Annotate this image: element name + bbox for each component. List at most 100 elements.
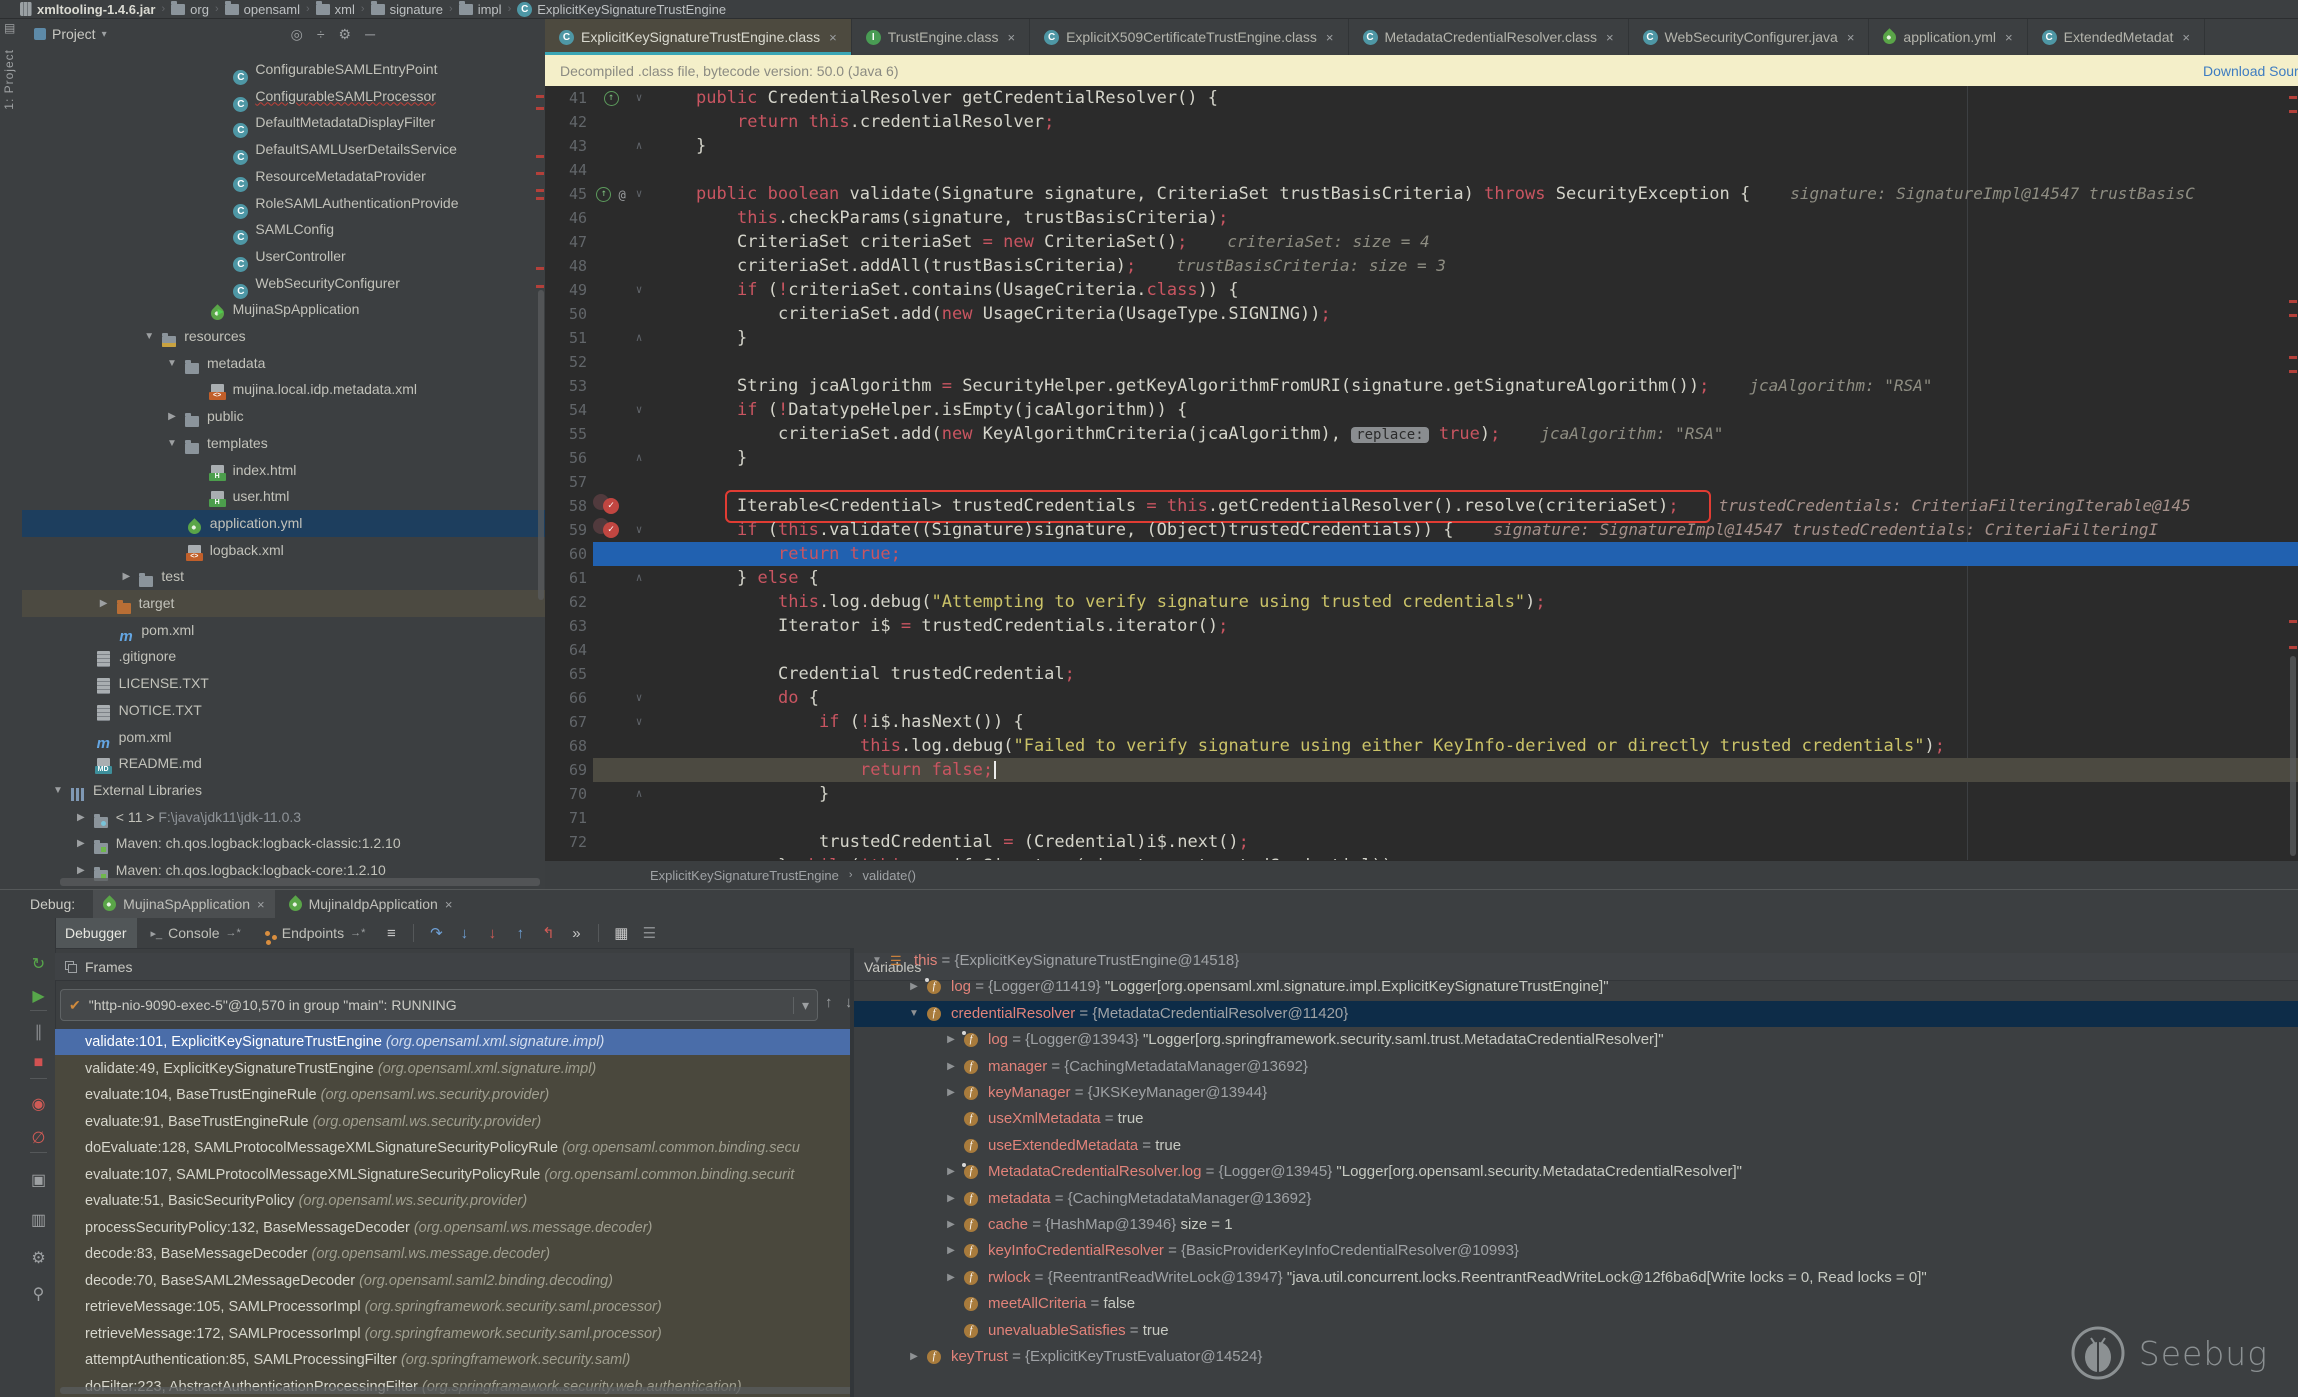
variable-row[interactable]: ▶fkeyManager = {JKSKeyManager@13944}: [854, 1080, 2298, 1106]
collapsed-arrow-icon[interactable]: ▶: [944, 1159, 958, 1185]
project-scrollbar[interactable]: [538, 290, 544, 600]
collapsed-arrow-icon[interactable]: ▶: [944, 1186, 958, 1212]
collapsed-arrow-icon[interactable]: ▶: [944, 1080, 958, 1106]
expanded-arrow-icon[interactable]: ▼: [51, 777, 65, 804]
expanded-arrow-icon[interactable]: ▼: [165, 350, 179, 377]
collapsed-arrow-icon[interactable]: ▶: [165, 403, 179, 430]
variable-row[interactable]: ▼☰this = {ExplicitKeySignatureTrustEngin…: [854, 948, 2298, 974]
frame-row[interactable]: evaluate:107, SAMLProtocolMessageXMLSign…: [55, 1162, 905, 1188]
editor-tab[interactable]: CExtendedMetadat×: [2028, 19, 2205, 55]
breakpoint-icon[interactable]: ✓: [603, 522, 619, 538]
tree-item[interactable]: CDefaultMetadataDisplayFilter: [22, 109, 545, 136]
frame-row[interactable]: processSecurityPolicy:132, BaseMessageDe…: [55, 1215, 905, 1241]
editor-tab[interactable]: CExplicitKeySignatureTrustEngine.class×: [545, 19, 852, 55]
sidebar-item-project[interactable]: 1: Project: [2, 49, 16, 110]
expanded-arrow-icon[interactable]: ▼: [165, 430, 179, 457]
frame-row[interactable]: validate:101, ExplicitKeySignatureTrustE…: [55, 1029, 905, 1055]
tree-item[interactable]: ▶target: [22, 590, 545, 617]
tree-item[interactable]: Huser.html: [22, 483, 545, 510]
tree-item[interactable]: CWebSecurityConfigurer: [22, 270, 545, 297]
collapsed-arrow-icon[interactable]: ▶: [74, 804, 88, 831]
override-icon[interactable]: ↑: [604, 91, 619, 106]
tab-endpoints[interactable]: Endpoints→*: [255, 918, 376, 948]
tree-item[interactable]: CResourceMetadataProvider: [22, 163, 545, 190]
breadcrumb-item[interactable]: xml: [316, 2, 355, 17]
step-into-icon[interactable]: ↓: [452, 925, 476, 942]
close-icon[interactable]: ×: [445, 897, 453, 912]
tree-item[interactable]: ▼resources: [22, 323, 545, 350]
fold-open-icon[interactable]: ∨: [629, 518, 649, 542]
breadcrumb-item[interactable]: org: [171, 2, 209, 17]
step-over-icon[interactable]: ↷: [424, 924, 448, 942]
breadcrumb-class[interactable]: ExplicitKeySignatureTrustEngine: [650, 868, 839, 883]
collapsed-arrow-icon[interactable]: ▶: [907, 1344, 921, 1370]
breadcrumb-item[interactable]: impl: [459, 2, 502, 17]
tree-item[interactable]: Hindex.html: [22, 457, 545, 484]
breakpoint-icon[interactable]: ✓: [603, 498, 619, 514]
tree-item[interactable]: NOTICE.TXT: [22, 697, 545, 724]
variable-row[interactable]: ▶frwlock = {ReentrantReadWriteLock@13947…: [854, 1265, 2298, 1291]
breadcrumb-method[interactable]: validate(): [863, 868, 916, 883]
tab-console[interactable]: ▸_Console→*: [141, 918, 251, 948]
download-link[interactable]: Download Sources: [2203, 63, 2298, 79]
layout-settings-icon[interactable]: ☰: [637, 924, 661, 942]
debug-session-tab[interactable]: MujinaSpApplication×: [93, 890, 274, 918]
close-icon[interactable]: ×: [1008, 30, 1016, 45]
variable-row[interactable]: fmeetAllCriteria = false: [854, 1291, 2298, 1317]
tree-item[interactable]: ▶Maven: ch.qos.logback:logback-classic:1…: [22, 830, 545, 857]
frame-row[interactable]: decode:70, BaseSAML2MessageDecoder (org.…: [55, 1268, 905, 1294]
variable-row[interactable]: ▶fkeyInfoCredentialResolver = {BasicProv…: [854, 1238, 2298, 1264]
collapsed-arrow-icon[interactable]: ▶: [907, 974, 921, 1000]
breadcrumb-item[interactable]: CExplicitKeySignatureTrustEngine: [517, 2, 726, 17]
thread-selector[interactable]: ✔ "http-nio-9090-exec-5"@10,570 in group…: [60, 989, 818, 1021]
settings-icon[interactable]: ⚙: [22, 1248, 55, 1268]
collapsed-arrow-icon[interactable]: ▶: [944, 1238, 958, 1264]
close-icon[interactable]: ×: [257, 897, 265, 912]
rerun-icon[interactable]: ↻: [22, 954, 55, 974]
expanded-arrow-icon[interactable]: ▼: [142, 323, 156, 350]
close-icon[interactable]: ×: [829, 30, 837, 45]
frame-row[interactable]: retrieveMessage:105, SAMLProcessorImpl (…: [55, 1294, 905, 1320]
evaluate-expression-icon[interactable]: ▦: [609, 924, 633, 942]
project-panel-title[interactable]: Project: [52, 26, 96, 42]
tree-item[interactable]: LICENSE.TXT: [22, 670, 545, 697]
close-icon[interactable]: ×: [1326, 30, 1334, 45]
collapsed-arrow-icon[interactable]: ▶: [944, 1027, 958, 1053]
frame-row[interactable]: validate:49, ExplicitKeySignatureTrustEn…: [55, 1056, 905, 1082]
hide-panel-icon[interactable]: ─: [365, 26, 375, 43]
frame-row[interactable]: attemptAuthentication:85, SAMLProcessing…: [55, 1347, 905, 1373]
tree-item[interactable]: ▼templates: [22, 430, 545, 457]
breadcrumb-item[interactable]: signature: [371, 2, 443, 17]
variable-row[interactable]: ▶fMetadataCredentialResolver.log = {Logg…: [854, 1159, 2298, 1185]
editor-tab[interactable]: CMetadataCredentialResolver.class×: [1349, 19, 1629, 55]
stop-icon[interactable]: ■: [22, 1054, 55, 1072]
fold-close-icon[interactable]: ∧: [629, 782, 649, 806]
frame-row[interactable]: evaluate:91, BaseTrustEngineRule (org.op…: [55, 1109, 905, 1135]
frame-row[interactable]: decode:83, BaseMessageDecoder (org.opens…: [55, 1241, 905, 1267]
close-icon[interactable]: ×: [1847, 30, 1855, 45]
code-editor[interactable]: 41↑∨public CredentialResolver getCredent…: [545, 86, 2298, 860]
tree-item[interactable]: CConfigurableSAMLEntryPoint: [22, 56, 545, 83]
fold-open-icon[interactable]: ∨: [629, 86, 649, 110]
tree-item[interactable]: CUserController: [22, 243, 545, 270]
fold-close-icon[interactable]: ∧: [629, 566, 649, 590]
run-to-cursor-icon[interactable]: »: [564, 925, 588, 942]
tree-item[interactable]: ▶test: [22, 563, 545, 590]
frames-hscrollbar[interactable]: [60, 1387, 860, 1394]
pin-tab-icon[interactable]: →*: [226, 927, 241, 939]
pause-icon[interactable]: ∥: [22, 1022, 55, 1042]
tree-item[interactable]: ▶MujinaSpApplication: [22, 296, 545, 323]
frame-row[interactable]: evaluate:104, BaseTrustEngineRule (org.o…: [55, 1082, 905, 1108]
variable-row[interactable]: fuseXmlMetadata = true: [854, 1106, 2298, 1132]
fold-close-icon[interactable]: ∧: [629, 134, 649, 158]
breadcrumb-item[interactable]: xmltooling-1.4.6.jar: [20, 2, 155, 17]
tree-item[interactable]: CRoleSAMLAuthenticationProvide: [22, 190, 545, 217]
fold-close-icon[interactable]: ∧: [629, 446, 649, 470]
collapsed-arrow-icon[interactable]: ▶: [74, 830, 88, 857]
chevron-down-icon[interactable]: ▾: [793, 997, 809, 1014]
collapse-all-icon[interactable]: ÷: [317, 26, 325, 43]
frame-row[interactable]: evaluate:51, BasicSecurityPolicy (org.op…: [55, 1188, 905, 1214]
tool-bar-icon[interactable]: ▤: [4, 21, 15, 35]
tree-item[interactable]: CDefaultSAMLUserDetailsService: [22, 136, 545, 163]
tree-item[interactable]: .gitignore: [22, 643, 545, 670]
